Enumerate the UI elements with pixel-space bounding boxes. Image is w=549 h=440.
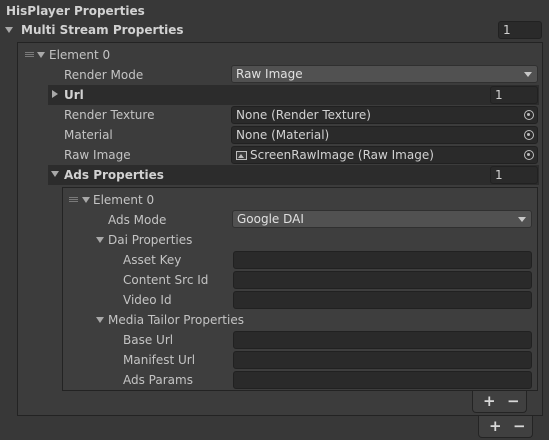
ads-params-field[interactable] [233, 371, 532, 389]
element-label[interactable]: Element 0 [49, 47, 110, 63]
foldout-arrow-icon[interactable] [82, 197, 90, 203]
media-tailor-label[interactable]: Media Tailor Properties [108, 312, 244, 328]
render-mode-label: Render Mode [64, 68, 144, 82]
ads-mode-label: Ads Mode [108, 213, 167, 227]
material-field[interactable]: None (Material) [231, 126, 538, 144]
ads-mode-dropdown[interactable]: Google DAI [232, 210, 532, 228]
object-picker-icon[interactable] [524, 110, 534, 120]
dropdown-arrow-icon [524, 72, 532, 77]
manifest-url-field[interactable] [233, 351, 532, 369]
base-url-label: Base Url [123, 333, 174, 347]
ads-remove-button[interactable]: − [507, 392, 520, 410]
component-title: HisPlayer Properties [6, 4, 145, 18]
ads-properties-label[interactable]: Ads Properties [64, 167, 164, 183]
multi-stream-label[interactable]: Multi Stream Properties [21, 22, 184, 38]
object-picker-icon[interactable] [524, 150, 534, 160]
multi-stream-list-footer: + − [478, 416, 533, 438]
ads-add-button[interactable]: + [483, 392, 496, 410]
foldout-arrow-icon[interactable] [52, 90, 58, 98]
manifest-url-label: Manifest Url [123, 353, 196, 367]
raw-image-icon [236, 151, 247, 160]
object-picker-icon[interactable] [524, 130, 534, 140]
video-id-label: Video Id [123, 293, 172, 307]
ads-params-label: Ads Params [123, 373, 193, 387]
url-label[interactable]: Url [64, 87, 84, 103]
asset-key-field[interactable] [233, 251, 532, 269]
ads-list-footer: + − [472, 391, 527, 413]
video-id-field[interactable] [233, 291, 532, 309]
render-texture-label: Render Texture [64, 108, 155, 122]
dropdown-arrow-icon [518, 217, 526, 222]
content-src-id-field[interactable] [233, 271, 532, 289]
foldout-arrow-icon[interactable] [96, 237, 104, 243]
multi-stream-add-button[interactable]: + [489, 417, 502, 435]
base-url-field[interactable] [233, 331, 532, 349]
material-label: Material [64, 128, 113, 142]
asset-key-label: Asset Key [123, 253, 182, 267]
foldout-arrow-icon[interactable] [37, 52, 45, 58]
content-src-id-label: Content Src Id [123, 273, 209, 287]
multi-stream-remove-button[interactable]: − [513, 417, 526, 435]
multi-stream-count[interactable]: 1 [498, 21, 542, 39]
ads-element-label[interactable]: Element 0 [93, 192, 154, 208]
foldout-arrow-icon[interactable] [51, 171, 59, 177]
drag-handle-icon[interactable] [69, 197, 78, 202]
ads-properties-count[interactable]: 1 [490, 166, 538, 184]
drag-handle-icon[interactable] [25, 52, 34, 57]
raw-image-field[interactable]: ScreenRawImage (Raw Image) [231, 146, 538, 164]
raw-image-label: Raw Image [64, 148, 131, 162]
url-header[interactable] [48, 85, 539, 105]
url-count[interactable]: 1 [490, 86, 538, 104]
foldout-arrow-icon[interactable] [5, 27, 13, 33]
render-mode-dropdown[interactable]: Raw Image [231, 65, 538, 83]
render-texture-field[interactable]: None (Render Texture) [231, 106, 538, 124]
dai-properties-label[interactable]: Dai Properties [108, 232, 192, 248]
foldout-arrow-icon[interactable] [96, 317, 104, 323]
